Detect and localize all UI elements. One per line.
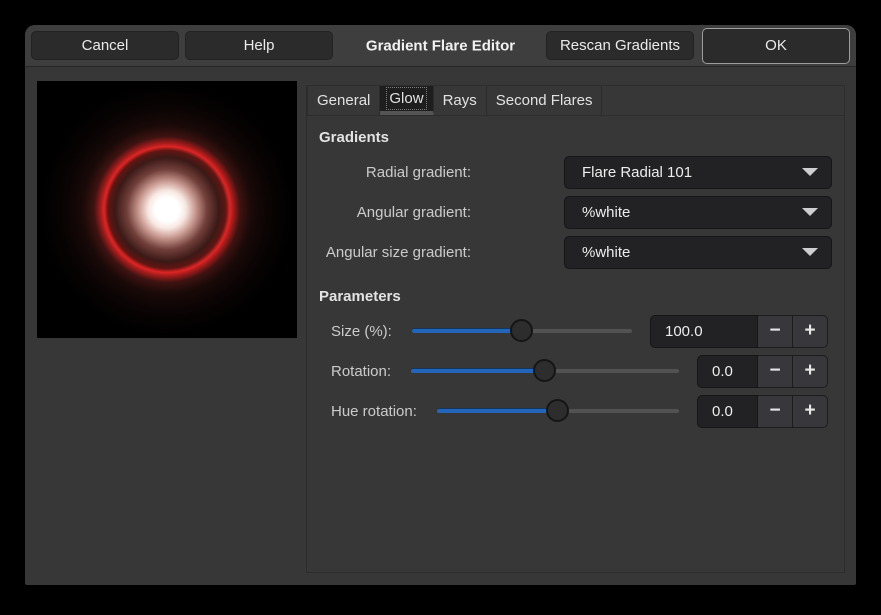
- angular-gradient-label: Angular gradient:: [319, 204, 471, 221]
- angular-size-gradient-value: %white: [582, 244, 630, 261]
- help-button[interactable]: Help: [185, 31, 333, 60]
- rescan-gradients-button[interactable]: Rescan Gradients: [546, 31, 694, 60]
- hue-rotation-row: Hue rotation: 0.0 − +: [307, 391, 844, 431]
- radial-gradient-dropdown[interactable]: Flare Radial 101: [564, 156, 832, 189]
- size-input[interactable]: 100.0: [650, 315, 758, 348]
- tab-rays[interactable]: Rays: [434, 86, 487, 115]
- size-slider[interactable]: [412, 319, 632, 343]
- settings-notebook: General Glow Rays Second Flares Gradient…: [306, 85, 845, 573]
- radial-gradient-row: Radial gradient: Flare Radial 101: [307, 152, 844, 192]
- header-right-buttons: Rescan Gradients OK: [546, 28, 850, 64]
- plus-icon[interactable]: +: [793, 355, 828, 388]
- slider-thumb[interactable]: [533, 359, 556, 382]
- rotation-spinbutton: 0.0 − +: [697, 355, 828, 388]
- plus-icon[interactable]: +: [793, 315, 828, 348]
- plus-icon[interactable]: +: [793, 395, 828, 428]
- chevron-down-icon: [802, 248, 818, 256]
- rotation-input[interactable]: 0.0: [697, 355, 758, 388]
- angular-gradient-row: Angular gradient: %white: [307, 192, 844, 232]
- angular-gradient-value: %white: [582, 204, 630, 221]
- tab-bar: General Glow Rays Second Flares: [307, 86, 844, 116]
- slider-fill: [412, 329, 522, 333]
- tab-glow[interactable]: Glow: [380, 86, 433, 115]
- angular-size-gradient-dropdown[interactable]: %white: [564, 236, 832, 269]
- slider-thumb[interactable]: [510, 319, 533, 342]
- radial-gradient-label: Radial gradient:: [319, 164, 471, 181]
- gradients-section-title: Gradients: [319, 129, 844, 146]
- rotation-row: Rotation: 0.0 − +: [307, 351, 844, 391]
- header-bar: Cancel Help Gradient Flare Editor Rescan…: [25, 25, 856, 67]
- radial-gradient-value: Flare Radial 101: [582, 164, 692, 181]
- angular-size-gradient-label: Angular size gradient:: [319, 244, 471, 261]
- hue-rotation-label: Hue rotation:: [331, 403, 417, 420]
- hue-rotation-input[interactable]: 0.0: [697, 395, 758, 428]
- chevron-down-icon: [802, 168, 818, 176]
- hue-rotation-slider[interactable]: [437, 399, 679, 423]
- angular-gradient-dropdown[interactable]: %white: [564, 196, 832, 229]
- minus-icon[interactable]: −: [758, 355, 793, 388]
- size-spinbutton: 100.0 − +: [650, 315, 828, 348]
- dialog-title: Gradient Flare Editor: [366, 37, 515, 54]
- dialog-body: General Glow Rays Second Flares Gradient…: [25, 67, 856, 573]
- chevron-down-icon: [802, 208, 818, 216]
- slider-fill: [437, 409, 558, 413]
- angular-size-gradient-row: Angular size gradient: %white: [307, 232, 844, 272]
- slider-thumb[interactable]: [546, 399, 569, 422]
- ok-button[interactable]: OK: [702, 28, 850, 64]
- rotation-slider[interactable]: [411, 359, 679, 383]
- parameters-section-title: Parameters: [319, 288, 844, 305]
- cancel-button[interactable]: Cancel: [31, 31, 179, 60]
- slider-fill: [411, 369, 545, 373]
- rotation-label: Rotation:: [331, 363, 391, 380]
- size-row: Size (%): 100.0 − +: [307, 311, 844, 351]
- tab-second-flares[interactable]: Second Flares: [487, 86, 603, 115]
- size-label: Size (%):: [331, 323, 392, 340]
- header-left-buttons: Cancel Help: [31, 31, 333, 60]
- flare-preview[interactable]: [37, 81, 297, 338]
- hue-rotation-spinbutton: 0.0 − +: [697, 395, 828, 428]
- tab-general[interactable]: General: [307, 86, 380, 115]
- minus-icon[interactable]: −: [758, 395, 793, 428]
- gradient-flare-editor-dialog: Cancel Help Gradient Flare Editor Rescan…: [25, 25, 856, 585]
- minus-icon[interactable]: −: [758, 315, 793, 348]
- glow-tab-panel: Gradients Radial gradient: Flare Radial …: [307, 116, 844, 572]
